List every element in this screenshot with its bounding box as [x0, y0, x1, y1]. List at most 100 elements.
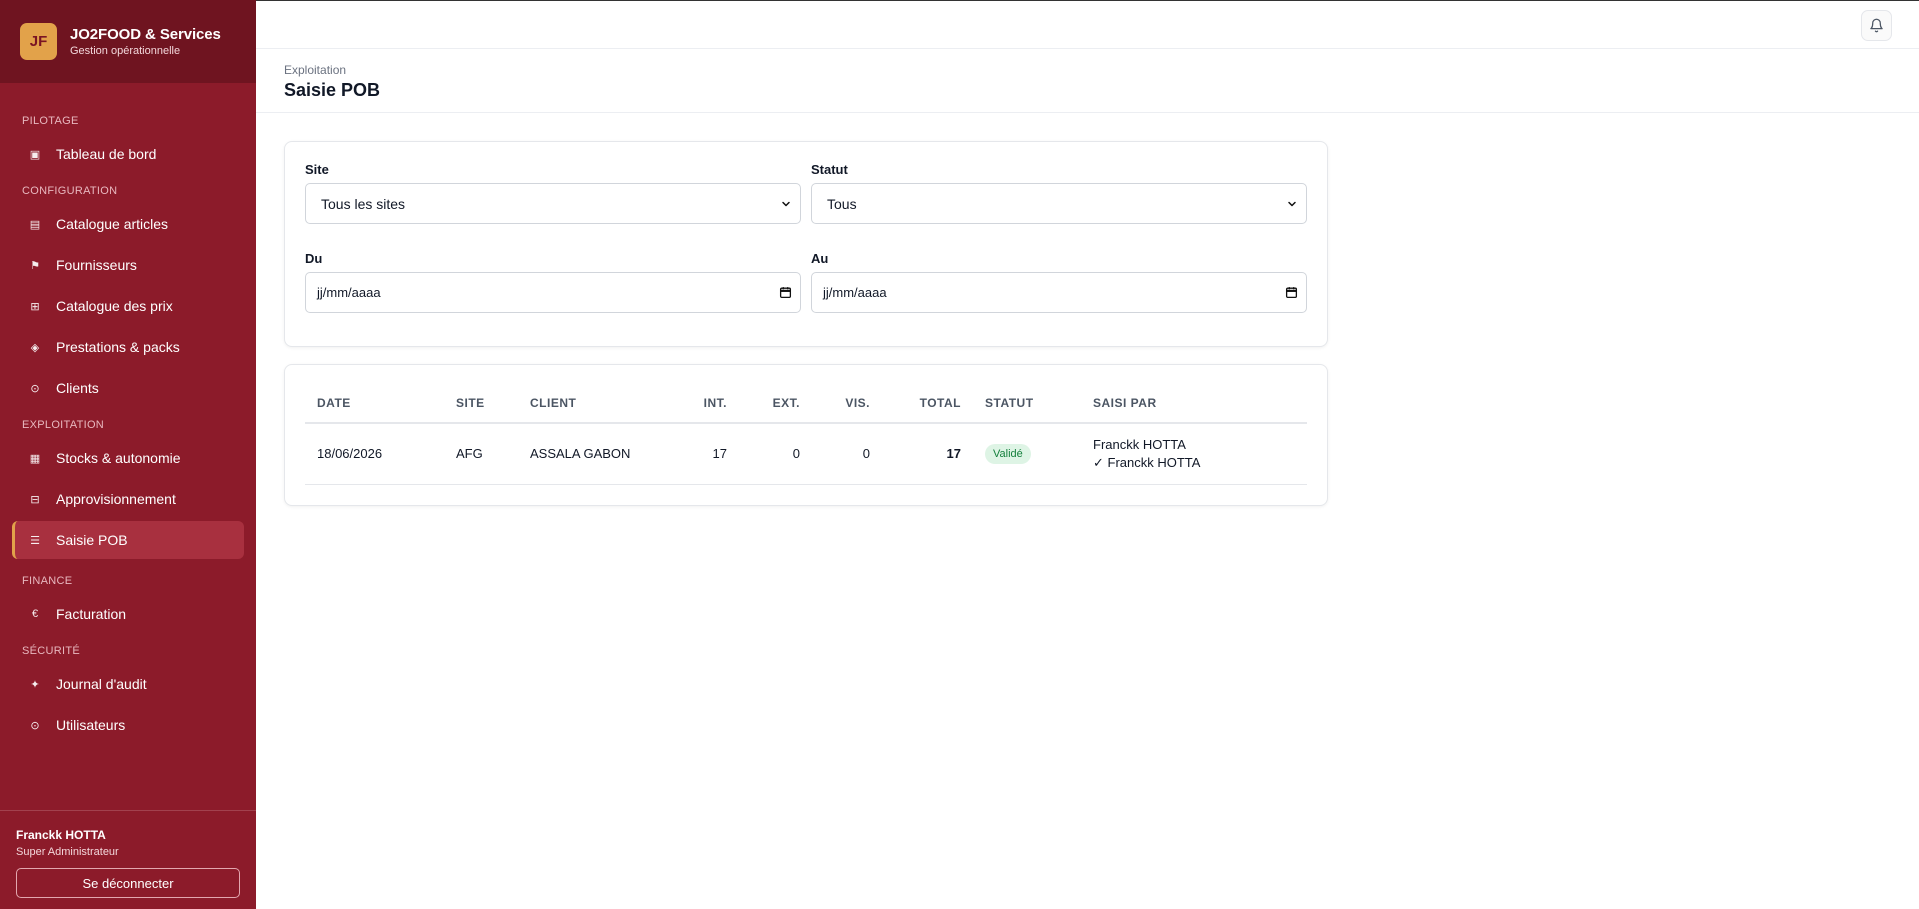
sidebar-item-label: Fournisseurs	[56, 257, 137, 273]
au-filter: Au jj/mm/aaaa	[811, 251, 1307, 313]
breadcrumb: Exploitation	[284, 63, 347, 77]
calendar-icon	[779, 287, 792, 299]
brand-text: JO2FOOD & Services Gestion opérationnell…	[70, 26, 221, 57]
page-header: Exploitation Saisie POB	[256, 49, 1919, 113]
pob-table-card: DATE SITE CLIENT INT. EXT. VIS. TOTAL ST…	[284, 364, 1328, 506]
statut-select-value: Tous	[827, 195, 857, 212]
sidebar-item-label: Saisie POB	[56, 532, 128, 548]
diamond-icon: ◈	[30, 341, 40, 354]
statut-filter: Statut Tous	[811, 162, 1307, 224]
section-title-securite: SÉCURITÉ	[22, 645, 81, 657]
col-statut[interactable]: STATUT	[973, 384, 1081, 424]
cell-vis: 0	[812, 423, 882, 485]
saisi-par-name: Franckk HOTTA	[1093, 436, 1186, 452]
site-label: Site	[305, 162, 329, 177]
cell-saisi-par: Franckk HOTTA ✓ Franckk HOTTA	[1081, 423, 1307, 485]
sidebar-item-label: Tableau de bord	[56, 146, 157, 162]
sidebar-item-tableau-de-bord[interactable]: ▣ Tableau de bord	[12, 135, 244, 173]
du-date-input[interactable]: jj/mm/aaaa	[305, 272, 801, 313]
bell-icon	[1870, 18, 1883, 33]
sidebar-item-label: Prestations & packs	[56, 339, 180, 355]
cell-site: AFG	[444, 423, 518, 485]
cell-date: 18/06/2026	[305, 423, 444, 485]
sidebar-item-label: Journal d'audit	[56, 676, 147, 692]
site-select[interactable]: Tous les sites	[305, 183, 801, 224]
statut-select[interactable]: Tous	[811, 183, 1307, 224]
sidebar-item-label: Stocks & autonomie	[56, 450, 181, 466]
du-filter: Du jj/mm/aaaa	[305, 251, 801, 313]
filters-card: Site Tous les sites Statut Tous Du jj/mm…	[284, 141, 1328, 347]
circle-user-icon: ⊙	[30, 382, 40, 395]
cell-statut: Validé	[973, 423, 1081, 485]
brand-subtitle: Gestion opérationnelle	[70, 45, 181, 57]
chevron-down-icon	[1288, 201, 1296, 206]
sidebar-item-saisie-pob[interactable]: ☰ Saisie POB	[12, 521, 244, 559]
user-box: Franckk HOTTA Super Administrateur Se dé…	[0, 810, 256, 909]
sparkle-icon: ✦	[30, 678, 40, 691]
au-label: Au	[811, 251, 829, 266]
chevron-down-icon	[782, 201, 790, 206]
sidebar-item-journal-audit[interactable]: ✦ Journal d'audit	[12, 665, 244, 703]
site-filter: Site Tous les sites	[305, 162, 801, 224]
sidebar-item-stocks[interactable]: ▦ Stocks & autonomie	[12, 439, 244, 477]
au-date-placeholder: jj/mm/aaaa	[823, 285, 887, 300]
section-title-pilotage: PILOTAGE	[22, 115, 79, 127]
sidebar-item-facturation[interactable]: € Facturation	[12, 595, 244, 633]
flag-icon: ⚑	[30, 259, 40, 272]
au-date-input[interactable]: jj/mm/aaaa	[811, 272, 1307, 313]
sidebar-item-label: Facturation	[56, 606, 127, 622]
cell-client: ASSALA GABON	[518, 423, 678, 485]
cell-total: 17	[882, 423, 973, 485]
sidebar-item-catalogue-articles[interactable]: ▤ Catalogue articles	[12, 205, 244, 243]
brand-logo: JF	[20, 23, 57, 60]
notifications-button[interactable]	[1861, 10, 1892, 41]
table-row[interactable]: 18/06/2026 AFG ASSALA GABON 17 0 0 17 Va…	[305, 423, 1307, 485]
sidebar-item-utilisateurs[interactable]: ⊙ Utilisateurs	[12, 706, 244, 744]
site-select-value: Tous les sites	[321, 195, 406, 212]
user-circle-icon: ⊙	[30, 719, 40, 732]
col-site[interactable]: SITE	[444, 384, 518, 424]
section-title-configuration: CONFIGURATION	[22, 185, 118, 197]
sidebar-item-label: Catalogue des prix	[56, 298, 173, 314]
du-date-placeholder: jj/mm/aaaa	[317, 285, 381, 300]
sidebar-item-label: Approvisionnement	[56, 491, 176, 507]
col-total[interactable]: TOTAL	[882, 384, 973, 424]
statut-label: Statut	[811, 162, 848, 177]
sidebar-item-clients[interactable]: ⊙ Clients	[12, 369, 244, 407]
col-ext[interactable]: EXT.	[739, 384, 812, 424]
col-date[interactable]: DATE	[305, 384, 444, 424]
status-badge: Validé	[985, 443, 1031, 464]
pob-table: DATE SITE CLIENT INT. EXT. VIS. TOTAL ST…	[305, 384, 1307, 485]
calendar-icon	[1285, 287, 1298, 299]
logout-button[interactable]: Se déconnecter	[16, 868, 240, 898]
col-int[interactable]: INT.	[678, 384, 739, 424]
user-name: Franckk HOTTA	[16, 828, 106, 842]
page-title: Saisie POB	[284, 80, 381, 100]
sidebar-item-fournisseurs[interactable]: ⚑ Fournisseurs	[12, 246, 244, 284]
stock-icon: ▦	[29, 452, 41, 465]
grid-icon: ⊞	[30, 300, 40, 313]
dashboard-icon: ▣	[29, 148, 41, 161]
brand-header: JF JO2FOOD & Services Gestion opérationn…	[0, 0, 256, 83]
section-title-finance: FINANCE	[22, 575, 73, 587]
topbar	[256, 0, 1919, 49]
cell-ext: 0	[739, 423, 812, 485]
sidebar-item-catalogue-prix[interactable]: ⊞ Catalogue des prix	[12, 287, 244, 325]
col-client[interactable]: CLIENT	[518, 384, 678, 424]
valide-par-name: ✓ Franckk HOTTA	[1093, 454, 1201, 470]
user-role: Super Administrateur	[16, 846, 119, 858]
sidebar-item-prestations[interactable]: ◈ Prestations & packs	[12, 328, 244, 366]
list-icon: ▤	[29, 218, 41, 231]
col-vis[interactable]: VIS.	[812, 384, 882, 424]
sidebar-nav: PILOTAGE ▣ Tableau de bord CONFIGURATION…	[0, 83, 256, 744]
menu-lines-icon: ☰	[30, 534, 40, 547]
euro-icon: €	[31, 608, 39, 620]
table-header-row: DATE SITE CLIENT INT. EXT. VIS. TOTAL ST…	[305, 384, 1307, 424]
sidebar-item-approvisionnement[interactable]: ⊟ Approvisionnement	[12, 480, 244, 518]
sidebar-item-label: Clients	[56, 380, 99, 396]
col-saisi-par[interactable]: SAISI PAR	[1081, 384, 1307, 424]
brand-name: JO2FOOD & Services	[70, 26, 221, 43]
du-label: Du	[305, 251, 323, 266]
filters-row: Site Tous les sites Statut Tous	[305, 162, 1307, 224]
section-title-exploitation: EXPLOITATION	[22, 419, 105, 431]
